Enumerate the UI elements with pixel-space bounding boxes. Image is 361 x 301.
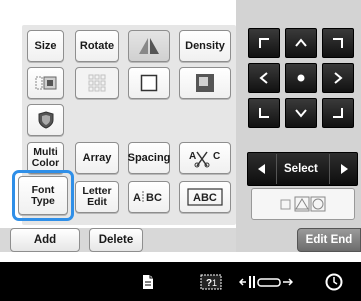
plain-frame-button[interactable]	[128, 67, 170, 99]
select-previous-button[interactable]	[248, 153, 276, 185]
move-down-right-button[interactable]	[322, 98, 354, 128]
array-layout-button[interactable]	[75, 67, 119, 99]
clock-status[interactable]	[318, 262, 350, 301]
text-frame-button[interactable]: ABC	[179, 181, 231, 213]
arrow-right-icon	[334, 72, 343, 84]
svg-text:ABC: ABC	[193, 192, 217, 204]
corner-down-left-icon	[259, 108, 269, 118]
center-dot-icon	[297, 74, 305, 82]
move-center-button[interactable]	[285, 63, 317, 93]
rotate-label: Rotate	[79, 39, 115, 52]
svg-text:1: 1	[212, 278, 217, 288]
array-button[interactable]: Array	[75, 142, 119, 174]
edit-end-label: Edit End	[305, 234, 353, 246]
applique-button[interactable]	[27, 104, 64, 136]
move-down-button[interactable]	[285, 98, 317, 128]
spacing-button[interactable]: Spacing	[128, 142, 170, 174]
svg-text:BC: BC	[146, 192, 162, 204]
font-type-label: Font Type	[31, 183, 55, 207]
border-button[interactable]	[27, 67, 64, 99]
letter-spacing-button[interactable]: A C	[179, 142, 231, 174]
svg-text:C: C	[213, 151, 220, 162]
stitch-preview-status[interactable]: ? 1	[198, 262, 224, 301]
mirror-icon	[139, 38, 159, 54]
move-right-button[interactable]	[322, 63, 354, 93]
mirror-button[interactable]	[128, 30, 170, 62]
shadow-square-icon	[196, 74, 214, 92]
arrow-down-icon	[295, 109, 307, 118]
move-up-left-button[interactable]	[248, 28, 280, 58]
multi-color-label: Multi Color	[31, 147, 60, 169]
svg-text:A: A	[133, 192, 141, 204]
stitch-preview-icon: ? 1	[200, 274, 222, 289]
shield-crest-icon	[38, 111, 53, 129]
move-up-button[interactable]	[285, 28, 317, 58]
letter-edit-label: Letter Edit	[82, 185, 112, 208]
shape-select-button[interactable]	[251, 188, 355, 220]
triangle-right-icon	[341, 164, 348, 174]
corner-up-right-icon	[333, 38, 343, 48]
text-layout-icon: A BC	[133, 191, 162, 204]
arrow-up-icon	[295, 38, 307, 47]
delete-button[interactable]: Delete	[89, 228, 143, 252]
letter-spacing-icon: A C	[189, 151, 220, 168]
move-down-left-button[interactable]	[248, 98, 280, 128]
border-icon	[35, 76, 56, 90]
action-bar: Add Delete Edit End	[0, 228, 361, 252]
edit-end-button[interactable]: Edit End	[297, 228, 361, 252]
density-label: Density	[185, 39, 225, 52]
text-layout-button[interactable]: A BC	[128, 181, 170, 213]
array-label: Array	[82, 151, 112, 164]
shadow-frame-button[interactable]	[179, 67, 231, 99]
file-status[interactable]	[135, 262, 161, 301]
arrow-left-icon	[259, 72, 268, 84]
add-button[interactable]: Add	[10, 228, 80, 252]
density-button[interactable]: Density	[179, 30, 231, 62]
file-icon	[143, 274, 153, 289]
size-label: Size	[34, 39, 57, 52]
white-square-icon	[140, 74, 158, 92]
array-grid-icon	[88, 74, 106, 92]
corner-down-right-icon	[333, 108, 343, 118]
shape-outline-icon	[280, 196, 326, 212]
svg-text:A: A	[189, 151, 196, 162]
font-type-button[interactable]: Font Type	[18, 176, 68, 215]
spacing-label: Spacing	[127, 151, 171, 164]
clock-icon	[325, 273, 343, 290]
text-frame-icon: ABC	[187, 188, 223, 206]
corner-up-left-icon	[259, 38, 269, 48]
triangle-left-icon	[258, 164, 265, 174]
frame-move-status[interactable]	[238, 262, 294, 301]
status-bar: ? 1	[0, 262, 361, 301]
move-left-button[interactable]	[248, 63, 280, 93]
select-divider-left	[276, 154, 277, 184]
embroidery-edit-screen: Size Rotate Density Multi Color Array Sp…	[0, 0, 361, 301]
frame-move-icon	[239, 275, 293, 288]
delete-label: Delete	[98, 234, 134, 246]
move-up-right-button[interactable]	[322, 28, 354, 58]
size-button[interactable]: Size	[27, 30, 64, 62]
select-control: Select	[247, 152, 358, 186]
edit-tools-panel: Size Rotate Density Multi Color Array Sp…	[0, 0, 236, 252]
rotate-button[interactable]: Rotate	[75, 30, 119, 62]
select-label: Select	[284, 163, 318, 175]
select-next-button[interactable]	[330, 153, 358, 185]
letter-edit-button[interactable]: Letter Edit	[75, 181, 119, 213]
add-label: Add	[33, 234, 57, 246]
